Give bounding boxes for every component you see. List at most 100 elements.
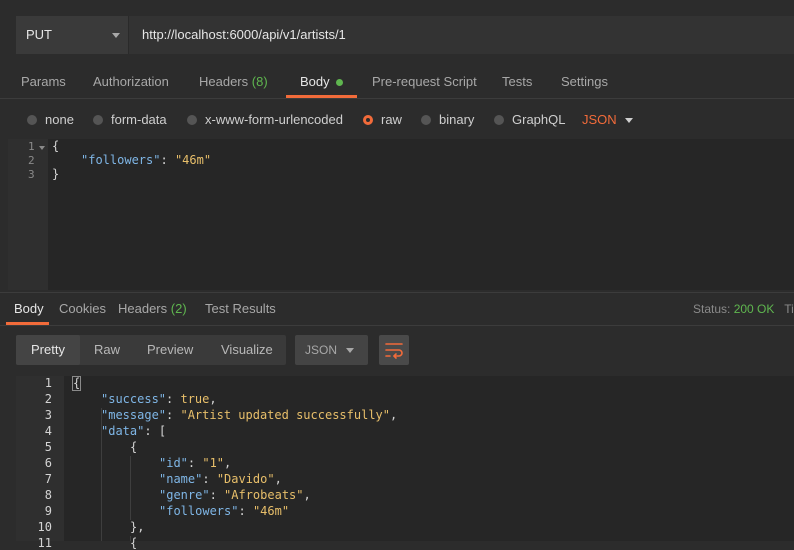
json-key: "followers" bbox=[81, 153, 161, 167]
body-type-selector: none form-data x-www-form-urlencoded raw… bbox=[0, 104, 794, 136]
json-key: "data" bbox=[101, 424, 145, 438]
json-value: "46m" bbox=[174, 153, 212, 167]
json-value: "1" bbox=[202, 456, 225, 470]
editor-gutter: 1 2 3 bbox=[8, 139, 48, 290]
resp-tab-headers-label: Headers bbox=[118, 301, 168, 316]
view-pretty-button[interactable]: Pretty bbox=[31, 342, 65, 357]
chevron-down-icon bbox=[346, 348, 354, 353]
tab-body-label: Body bbox=[300, 74, 330, 89]
tab-headers[interactable]: Headers (8) bbox=[199, 74, 268, 89]
code-line: "followers": "46m" bbox=[159, 504, 290, 518]
tab-settings[interactable]: Settings bbox=[561, 74, 608, 89]
line-number: 2 bbox=[28, 154, 35, 167]
resp-tab-headers-count: (2) bbox=[170, 301, 187, 316]
radio-raw[interactable]: raw bbox=[363, 112, 402, 127]
tab-headers-count: (8) bbox=[251, 74, 268, 89]
json-value: "Davido" bbox=[216, 472, 275, 486]
json-bracket: [ bbox=[158, 424, 167, 438]
response-tabs: Body Cookies Headers (2) Test Results St… bbox=[0, 292, 794, 326]
method-select[interactable]: PUT bbox=[16, 16, 129, 54]
request-tabs: Params Authorization Headers (8) Body Pr… bbox=[0, 64, 794, 99]
url-input[interactable]: http://localhost:6000/api/v1/artists/1 bbox=[142, 27, 346, 42]
radio-circle-icon bbox=[27, 115, 37, 125]
json-value: "Afrobeats" bbox=[224, 488, 304, 502]
line-number: 10 bbox=[37, 520, 52, 534]
tab-tests[interactable]: Tests bbox=[502, 74, 532, 89]
json-key: "followers" bbox=[159, 504, 239, 518]
line-number: 5 bbox=[44, 440, 52, 454]
status-readout: Status: 200 OK Ti bbox=[693, 302, 794, 316]
json-key: "id" bbox=[159, 456, 188, 470]
modified-dot-icon bbox=[335, 79, 343, 87]
radio-form-data[interactable]: form-data bbox=[93, 112, 167, 127]
wrap-lines-icon bbox=[385, 343, 403, 359]
tab-params[interactable]: Params bbox=[21, 74, 66, 89]
line-number: 7 bbox=[44, 472, 52, 486]
radio-x-www-form-urlencoded[interactable]: x-www-form-urlencoded bbox=[187, 112, 343, 127]
tab-pre-request-script[interactable]: Pre-request Script bbox=[372, 74, 477, 89]
chevron-down-icon bbox=[112, 33, 120, 38]
radio-circle-icon bbox=[494, 115, 504, 125]
tab-authorization[interactable]: Authorization bbox=[93, 74, 169, 89]
tab-headers-label: Headers bbox=[199, 74, 249, 89]
request-url-bar: PUT http://localhost:6000/api/v1/artists… bbox=[16, 16, 794, 54]
code-line: "data": [ bbox=[101, 424, 167, 438]
indent-guide bbox=[130, 456, 131, 520]
resp-tab-body[interactable]: Body bbox=[14, 301, 44, 316]
status-label: Status: bbox=[693, 302, 731, 316]
line-number: 8 bbox=[44, 488, 52, 502]
code-line: { bbox=[72, 376, 82, 391]
line-number: 3 bbox=[44, 408, 52, 422]
chevron-down-icon bbox=[625, 118, 633, 123]
raw-format-select[interactable]: JSON bbox=[582, 112, 617, 127]
line-number: 3 bbox=[28, 168, 35, 181]
code-line: }, bbox=[130, 520, 145, 534]
code-line: { bbox=[52, 139, 60, 153]
radio-binary[interactable]: binary bbox=[421, 112, 474, 127]
radio-none[interactable]: none bbox=[27, 112, 74, 127]
radio-label: form-data bbox=[111, 112, 167, 127]
radio-graphql[interactable]: GraphQL bbox=[494, 112, 565, 127]
radio-label: none bbox=[45, 112, 74, 127]
resp-tab-headers[interactable]: Headers (2) bbox=[118, 301, 187, 316]
active-tab-indicator bbox=[286, 95, 357, 98]
json-value: true bbox=[180, 392, 210, 406]
resp-tab-cookies[interactable]: Cookies bbox=[59, 301, 106, 316]
tab-body[interactable]: Body bbox=[300, 74, 343, 89]
radio-selected-icon bbox=[363, 115, 373, 125]
view-mode-bar: Pretty Raw Preview Visualize bbox=[16, 335, 286, 365]
radio-label: raw bbox=[381, 112, 402, 127]
code-line: "message": "Artist updated successfully"… bbox=[101, 408, 398, 422]
code-line: "genre": "Afrobeats", bbox=[159, 488, 311, 502]
json-value: "Artist updated successfully" bbox=[180, 408, 390, 422]
code-line: } bbox=[52, 167, 60, 181]
radio-label: x-www-form-urlencoded bbox=[205, 112, 343, 127]
response-format-select[interactable]: JSON bbox=[295, 335, 368, 365]
line-number: 1 bbox=[28, 140, 35, 153]
line-number: 11 bbox=[37, 536, 52, 550]
radio-circle-icon bbox=[421, 115, 431, 125]
resp-tab-test-results[interactable]: Test Results bbox=[205, 301, 276, 316]
code-line: "success": true, bbox=[101, 392, 217, 406]
line-number: 9 bbox=[44, 504, 52, 518]
response-body[interactable]: 1 2 3 4 5 6 7 8 9 10 11 { "success": true, "messag… bbox=[16, 376, 794, 550]
radio-label: binary bbox=[439, 112, 475, 127]
raw-format-label: JSON bbox=[582, 112, 617, 127]
code-line: "id": "1", bbox=[159, 456, 232, 470]
view-raw-button[interactable]: Raw bbox=[94, 342, 120, 357]
json-colon: : bbox=[160, 153, 175, 167]
line-number: 2 bbox=[44, 392, 52, 406]
code-line: "followers": "46m" bbox=[81, 153, 211, 167]
json-key: "success" bbox=[101, 392, 167, 406]
view-visualize-button[interactable]: Visualize bbox=[221, 342, 273, 357]
status-code: 200 OK bbox=[733, 302, 775, 316]
radio-label: GraphQL bbox=[512, 112, 566, 127]
code-line: { bbox=[130, 536, 138, 550]
view-preview-button[interactable]: Preview bbox=[147, 342, 193, 357]
request-body-editor[interactable]: 1 2 3 { "followers": "46m" } bbox=[8, 139, 794, 290]
line-number: 4 bbox=[44, 424, 52, 438]
time-label: Ti bbox=[784, 302, 794, 316]
response-format-label: JSON bbox=[305, 343, 338, 357]
wrap-lines-button[interactable] bbox=[379, 335, 409, 365]
json-value: "46m" bbox=[252, 504, 290, 518]
